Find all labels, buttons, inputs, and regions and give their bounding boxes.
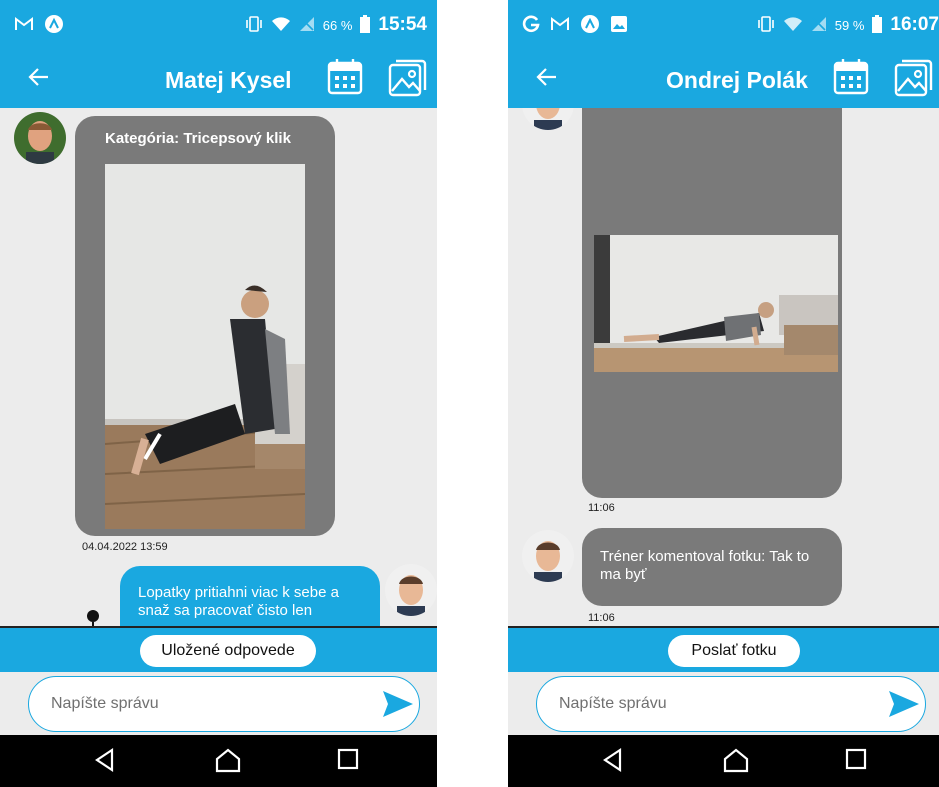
message-text: Tréner komentoval fotku: Tak to ma byť — [600, 548, 810, 583]
clock: 15:54 — [378, 14, 427, 35]
battery-icon — [360, 14, 371, 36]
app-bar: Ondrej Polák — [508, 52, 939, 108]
signal-icon — [811, 16, 827, 35]
exercise-photo[interactable] — [594, 235, 838, 372]
back-icon[interactable] — [92, 747, 118, 778]
gallery-icon — [610, 15, 628, 38]
back-icon[interactable] — [600, 747, 626, 778]
gmail-icon — [550, 16, 570, 37]
battery-percent: 59 % — [834, 17, 865, 33]
phone-screen-left: 66 % 15:54 Matej Kysel Kategória: Tricep… — [0, 0, 437, 787]
gallery-icon[interactable] — [387, 58, 427, 97]
photo-message-bubble[interactable] — [582, 108, 842, 498]
send-icon[interactable] — [381, 689, 415, 724]
calendar-icon[interactable] — [326, 58, 364, 96]
avatar[interactable] — [522, 108, 574, 130]
status-bar: 66 % 15:54 — [0, 0, 437, 52]
battery-percent: 66 % — [322, 17, 353, 33]
photo-message-bubble[interactable]: Kategória: Tricepsový klik — [75, 116, 335, 536]
battery-icon — [872, 14, 883, 36]
page-title: Ondrej Polák — [666, 67, 808, 93]
system-nav-bar — [0, 735, 437, 787]
app-icon — [580, 14, 600, 39]
input-bar: Napíšte správu — [0, 672, 437, 735]
exercise-photo[interactable] — [105, 164, 305, 529]
input-bar: Napíšte správu — [508, 672, 939, 735]
message-timestamp: 04.04.2022 13:59 — [82, 541, 168, 553]
system-nav-bar — [508, 735, 939, 787]
home-icon[interactable] — [214, 747, 242, 778]
message-input-placeholder: Napíšte správu — [559, 695, 667, 712]
wifi-icon — [783, 16, 803, 35]
reply-bar: Poslať fotku — [508, 626, 939, 674]
text-message-bubble[interactable]: Lopatky pritiahni viac k sebe a snaž sa … — [120, 566, 380, 626]
message-input[interactable]: Napíšte správu — [536, 676, 926, 732]
category-label: Kategória: Tricepsový klik — [105, 130, 291, 147]
message-input[interactable]: Napíšte správu — [28, 676, 420, 732]
gallery-icon[interactable] — [893, 58, 933, 97]
home-icon[interactable] — [722, 747, 750, 778]
reply-bar: Uložené odpovede — [0, 626, 437, 674]
back-arrow-icon[interactable] — [28, 64, 50, 95]
status-bar: 59 % 16:07 — [508, 0, 939, 52]
saved-replies-button[interactable]: Uložené odpovede — [140, 635, 316, 667]
avatar[interactable] — [522, 530, 574, 582]
send-icon[interactable] — [887, 689, 921, 724]
gmail-icon — [14, 16, 34, 37]
calendar-icon[interactable] — [832, 58, 870, 96]
vibrate-icon — [757, 15, 775, 35]
message-input-placeholder: Napíšte správu — [51, 695, 159, 712]
app-bar: Matej Kysel — [0, 52, 437, 108]
message-timestamp: 11:06 — [588, 612, 615, 624]
signal-icon — [299, 16, 315, 35]
recents-icon[interactable] — [336, 747, 360, 776]
vibrate-icon — [245, 15, 263, 35]
send-photo-button[interactable]: Poslať fotku — [668, 635, 800, 667]
phone-screen-right: 59 % 16:07 Ondrej Polák 11:06 Tréner kom… — [508, 0, 939, 787]
google-icon — [522, 15, 540, 39]
text-message-bubble[interactable]: Tréner komentoval fotku: Tak to ma byť — [582, 528, 842, 606]
message-timestamp: 11:06 — [588, 502, 615, 514]
avatar[interactable] — [14, 112, 66, 164]
pin-icon — [86, 610, 100, 626]
avatar[interactable] — [385, 564, 437, 616]
wifi-icon — [271, 16, 291, 35]
app-icon — [44, 14, 64, 39]
message-text: Lopatky pritiahni viac k sebe a snaž sa … — [138, 584, 339, 619]
chat-area[interactable]: Kategória: Tricepsový klik 04.04.2022 13… — [0, 108, 437, 626]
clock: 16:07 — [890, 14, 939, 35]
back-arrow-icon[interactable] — [536, 64, 558, 95]
chat-area[interactable]: 11:06 Tréner komentoval fotku: Tak to ma… — [508, 108, 939, 626]
recents-icon[interactable] — [844, 747, 868, 776]
page-title: Matej Kysel — [165, 67, 292, 93]
